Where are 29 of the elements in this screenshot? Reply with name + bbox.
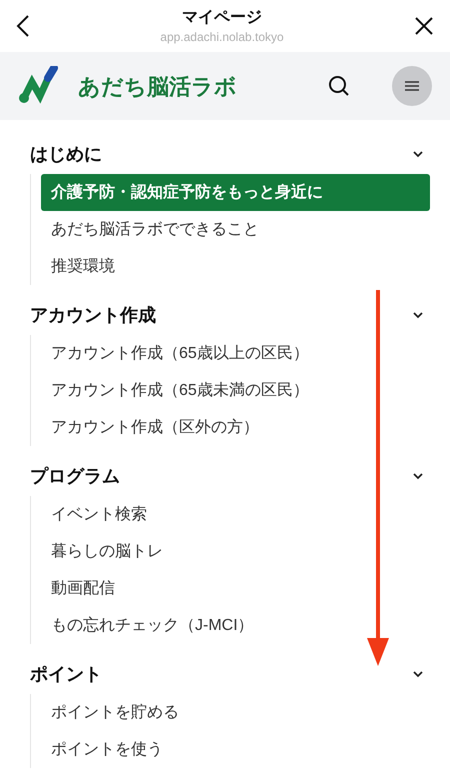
menu-item[interactable]: アカウント作成（65歳以上の区民）: [41, 335, 430, 372]
menu-icon: [404, 81, 420, 91]
menu-button[interactable]: [392, 66, 432, 106]
menu-item[interactable]: あだち脳活ラボでできること: [41, 211, 430, 248]
chevron-down-icon[interactable]: [412, 311, 424, 319]
menu-item[interactable]: 介護予防・認知症予防をもっと身近に: [41, 174, 430, 211]
chevron-down-icon[interactable]: [412, 472, 424, 480]
menu-item[interactable]: イベント検索: [41, 496, 430, 533]
menu-item[interactable]: ポイントを貯める: [41, 694, 430, 731]
chevron-down-icon[interactable]: [412, 670, 424, 678]
menu-item[interactable]: 動画配信: [41, 570, 430, 607]
back-icon[interactable]: [16, 14, 30, 38]
menu-item[interactable]: ポイントを使う: [41, 731, 430, 768]
section-heading[interactable]: アカウント作成: [30, 302, 156, 328]
logo-icon: [18, 66, 60, 106]
search-icon[interactable]: [328, 75, 350, 97]
close-icon[interactable]: [414, 16, 434, 36]
site-name[interactable]: あだち脳活ラボ: [78, 70, 237, 102]
url-text: app.adachi.nolab.tokyo: [160, 29, 284, 45]
menu-item[interactable]: アカウント作成（65歳未満の区民）: [41, 372, 430, 409]
section-heading[interactable]: はじめに: [30, 140, 102, 168]
menu-item[interactable]: アカウント作成（区外の方）: [41, 409, 430, 446]
menu-item[interactable]: 推奨環境: [41, 248, 430, 285]
menu-item[interactable]: もの忘れチェック（J-MCI）: [41, 607, 430, 644]
menu-item[interactable]: 暮らしの脳トレ: [41, 533, 430, 570]
chevron-down-icon[interactable]: [412, 150, 424, 158]
section-heading[interactable]: プログラム: [30, 462, 120, 490]
page-title: マイページ: [182, 8, 262, 28]
section-heading[interactable]: ポイント: [30, 660, 102, 688]
